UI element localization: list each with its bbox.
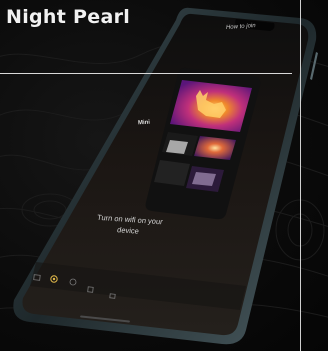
instruction-line-2: device: [116, 225, 140, 236]
card-label: Mini: [137, 119, 151, 127]
guide-line-horizontal: [0, 73, 292, 74]
guide-line-vertical: [300, 0, 301, 351]
phone-mockup: [13, 7, 318, 345]
brand-title: Night Pearl: [6, 6, 131, 28]
page-stage: How to join Mini Turn on wifi on your de…: [0, 0, 328, 351]
instruction-line-1: Turn on wifi on your: [96, 212, 164, 227]
